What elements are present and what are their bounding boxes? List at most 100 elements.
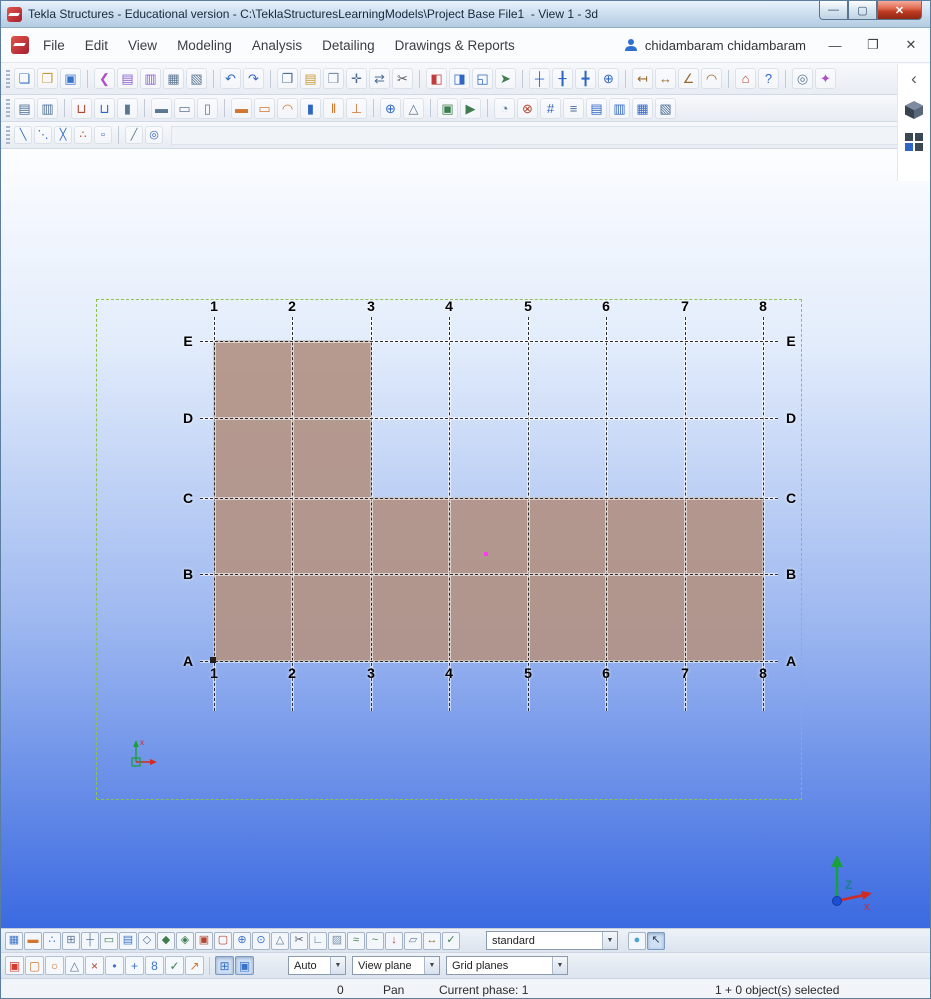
point-intersection-icon[interactable]: ╋ <box>575 68 596 89</box>
create-report-icon[interactable]: ≡ <box>563 97 584 119</box>
select-cuts-icon[interactable]: ✂ <box>290 931 308 950</box>
menu-edit[interactable]: Edit <box>85 38 108 53</box>
create-concrete-slab-icon[interactable]: ▭ <box>174 97 195 119</box>
auto-connection-icon[interactable]: ⌂ <box>735 68 756 89</box>
measure-arc-icon[interactable]: ◠ <box>701 68 722 89</box>
create-concrete-column-icon[interactable]: ▮ <box>117 97 138 119</box>
construction-line-icon[interactable]: ╲ <box>14 126 32 144</box>
select-plane-icon[interactable]: ◇ <box>138 931 156 950</box>
grid-line-horizontal[interactable] <box>200 340 778 343</box>
selection-filter-combo[interactable]: standard ▼ <box>486 931 618 950</box>
create-twin-profile-icon[interactable]: ‖ <box>323 97 344 119</box>
properties-pane-icon[interactable]: ▤ <box>117 68 138 89</box>
model-viewport[interactable]: 1 1 2 2 3 3 4 4 5 5 6 6 7 7 8 8 E E D D C C B B A A x Z x <box>1 149 930 928</box>
move-icon[interactable]: ✛ <box>346 68 367 89</box>
paste-icon[interactable]: ▤ <box>300 68 321 89</box>
grid-line-horizontal[interactable] <box>200 497 778 500</box>
toolbar-drag-handle[interactable] <box>6 69 10 88</box>
measure-distance-icon[interactable]: ↤ <box>632 68 653 89</box>
menu-detailing[interactable]: Detailing <box>322 38 375 53</box>
menu-file[interactable]: File <box>43 38 65 53</box>
menu-drawings-reports[interactable]: Drawings & Reports <box>395 38 515 53</box>
select-components-icon[interactable]: ◆ <box>157 931 175 950</box>
grid-line-vertical[interactable] <box>370 317 373 711</box>
menu-modeling[interactable]: Modeling <box>177 38 232 53</box>
snap-ok-icon[interactable]: ✓ <box>165 956 184 975</box>
open-drawing-icon[interactable]: ▦ <box>632 97 653 119</box>
catalogs-icon[interactable]: ▦ <box>163 68 184 89</box>
open-drawing-list-icon[interactable]: ▤ <box>14 97 35 119</box>
tekla-menu-logo-icon[interactable] <box>11 36 29 54</box>
select-objects-in-components-icon[interactable]: ◈ <box>176 931 194 950</box>
redo-icon[interactable]: ↷ <box>243 68 264 89</box>
view-close-button[interactable]: ✕ <box>902 37 920 53</box>
create-orthogonal-beam-icon[interactable]: ⊥ <box>346 97 367 119</box>
snap-line-ends-icon[interactable]: + <box>125 956 144 975</box>
organizer-icon[interactable]: ▥ <box>140 68 161 89</box>
select-assemblies-icon[interactable]: ▣ <box>195 931 213 950</box>
grid-line-vertical[interactable] <box>291 317 294 711</box>
reference-point[interactable] <box>484 552 488 556</box>
spinning-view-icon[interactable]: ◎ <box>792 68 813 89</box>
applications-icon[interactable]: ▧ <box>186 68 207 89</box>
save-model-icon[interactable]: ▣ <box>60 68 81 89</box>
titlebar[interactable]: Tekla Structures - Educational version -… <box>1 1 930 28</box>
open-model-icon[interactable]: ❒ <box>37 68 58 89</box>
select-grids-icon[interactable]: ⊞ <box>62 931 80 950</box>
clash-check-icon[interactable]: ⊗ <box>517 97 538 119</box>
user-account[interactable]: chidambaram chidambaram <box>624 38 806 53</box>
chevron-down-icon[interactable]: ▼ <box>552 957 567 974</box>
measure-horizontal-icon[interactable]: ↔ <box>655 68 676 89</box>
point-cloud-icon[interactable]: ✦ <box>815 68 836 89</box>
create-strip-footing-icon[interactable]: ⊔ <box>94 97 115 119</box>
select-single-bolts-icon[interactable]: ⊙ <box>252 931 270 950</box>
maximize-button[interactable]: ▢ <box>848 1 877 20</box>
grid-line-vertical[interactable] <box>762 317 765 711</box>
toolbar-drag-handle[interactable] <box>6 99 10 117</box>
move-special-icon[interactable]: ⇄ <box>369 68 390 89</box>
create-ga-drawing-icon[interactable]: ▥ <box>609 97 630 119</box>
snap-points-icon[interactable]: • <box>105 956 124 975</box>
grid-line-vertical[interactable] <box>527 317 530 711</box>
construction-points-line-icon[interactable]: ∴ <box>74 126 92 144</box>
grid-line-vertical[interactable] <box>605 317 608 711</box>
print-drawings-icon[interactable]: ▧ <box>655 97 676 119</box>
select-distances-icon[interactable]: ↔ <box>423 931 441 950</box>
grid-line-horizontal[interactable] <box>200 417 778 420</box>
create-steel-column-icon[interactable]: ▮ <box>300 97 321 119</box>
grid-line-horizontal[interactable] <box>200 660 778 663</box>
fit-work-area-icon[interactable]: ◱ <box>472 68 493 89</box>
select-bolts-icon[interactable]: ⊕ <box>233 931 251 950</box>
grid-line-vertical[interactable] <box>448 317 451 711</box>
select-parts-icon[interactable]: ▬ <box>24 931 42 950</box>
grid-line-horizontal[interactable] <box>200 573 778 576</box>
numbering-icon[interactable]: # <box>540 97 561 119</box>
chevron-down-icon[interactable]: ▼ <box>330 957 345 974</box>
reference-line-icon[interactable]: ╱ <box>125 126 143 144</box>
snap-geometry-points-icon[interactable]: ▢ <box>25 956 44 975</box>
side-pane-windows-icon[interactable] <box>905 133 923 151</box>
create-bolts-icon[interactable]: ⊕ <box>380 97 401 119</box>
create-steel-beam-icon[interactable]: ▬ <box>231 97 252 119</box>
toolbar-drag-handle[interactable] <box>6 126 10 144</box>
snap-numeric-icon[interactable]: 8 <box>145 956 164 975</box>
drawing-list-icon[interactable]: ▤ <box>586 97 607 119</box>
select-planes-icon[interactable]: ▱ <box>404 931 422 950</box>
construction-circle-icon[interactable]: ◎ <box>145 126 163 144</box>
phase-manager-icon[interactable]: ◔ <box>494 97 515 119</box>
drag-and-drop-icon[interactable]: ↖ <box>647 931 665 950</box>
create-concrete-beam-icon[interactable]: ▬ <box>151 97 172 119</box>
undo-icon[interactable]: ↶ <box>220 68 241 89</box>
select-welds-icon[interactable]: △ <box>271 931 289 950</box>
snap-off-icon[interactable]: × <box>85 956 104 975</box>
view-cube-icon[interactable] <box>904 100 924 120</box>
snap-arrow-icon[interactable]: ↗ <box>185 956 204 975</box>
bolt-point-icon[interactable]: ⊕ <box>598 68 619 89</box>
plane-lock-toggle-icon[interactable]: ▣ <box>235 956 254 975</box>
snap-any-position-icon[interactable]: ○ <box>45 956 64 975</box>
ortho-toggle-icon[interactable]: ⊞ <box>215 956 234 975</box>
create-view-icon[interactable]: ◧ <box>426 68 447 89</box>
snap-mid-points-icon[interactable]: △ <box>65 956 84 975</box>
grid-line-vertical[interactable] <box>213 317 216 711</box>
create-concrete-panel-icon[interactable]: ▯ <box>197 97 218 119</box>
